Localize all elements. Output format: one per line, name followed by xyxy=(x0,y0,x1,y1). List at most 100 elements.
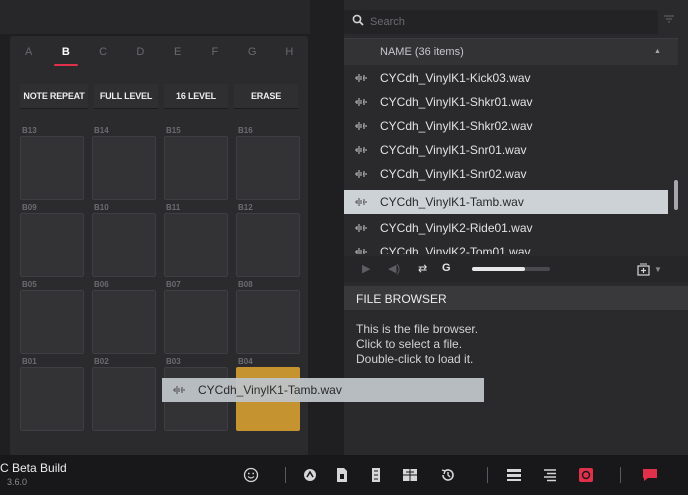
pad-label: B07 xyxy=(166,280,181,289)
pad-label: B02 xyxy=(94,357,109,366)
file-row[interactable]: CYCdh_VinylK1-Snr02.wav xyxy=(344,162,668,186)
file-name: CYCdh_VinylK1-Shkr02.wav xyxy=(380,119,533,133)
file-list-scrollbar[interactable] xyxy=(674,180,678,210)
speaker-icon[interactable]: ◀) xyxy=(388,262,400,275)
drag-ghost-name: CYCdh_VinylK1-Tamb.wav xyxy=(198,383,342,397)
separator xyxy=(285,467,286,483)
pad-b16[interactable] xyxy=(236,136,300,200)
file-name: CYCdh_VinylK1-Snr01.wav xyxy=(380,143,527,157)
pad-label: B09 xyxy=(22,203,37,212)
search-icon xyxy=(352,14,364,26)
pad-label: B08 xyxy=(238,280,253,289)
name-column-header[interactable]: NAME (36 items) xyxy=(380,46,464,58)
pad-label: B14 xyxy=(94,126,109,135)
pad-b02[interactable] xyxy=(92,367,156,431)
file-row-selected[interactable]: CYCdh_VinylK1-Tamb.wav xyxy=(344,190,668,214)
bank-tab-b[interactable]: B xyxy=(47,36,84,68)
chevron-down-icon[interactable]: ▼ xyxy=(654,265,662,274)
file-list-header[interactable]: NAME (36 items) ▲ xyxy=(344,38,678,65)
pad-b07[interactable] xyxy=(164,290,228,354)
file-row[interactable]: CYCdh_VinylK1-Shkr01.wav xyxy=(344,90,668,114)
pad-b15[interactable] xyxy=(164,136,228,200)
pad-label: B16 xyxy=(238,126,253,135)
bank-tab-g[interactable]: G xyxy=(234,36,271,68)
grid-view-icon[interactable] xyxy=(402,467,418,483)
pad-b09[interactable] xyxy=(20,213,84,277)
bank-tab-h[interactable]: H xyxy=(271,36,308,68)
file-name: CYCdh_VinylK2-Ride01.wav xyxy=(380,221,533,235)
browser-icon[interactable] xyxy=(302,467,318,483)
file-row[interactable]: CYCdh_VinylK1-Shkr02.wav xyxy=(344,114,668,138)
bank-tab-d[interactable]: D xyxy=(122,36,159,68)
smiley-icon[interactable] xyxy=(243,467,259,483)
audio-file-icon xyxy=(355,224,367,232)
separator xyxy=(620,467,621,483)
file-browser-title: FILE BROWSER xyxy=(356,292,447,306)
play-icon[interactable]: ▶ xyxy=(362,262,370,275)
file-name: CYCdh_VinylK1-Kick03.wav xyxy=(380,71,531,85)
mixer-icon[interactable] xyxy=(368,467,384,483)
status-bar: C Beta Build 3.6.0 xyxy=(0,455,688,495)
pad-label: B11 xyxy=(166,203,181,212)
pad-label: B04 xyxy=(238,357,253,366)
sort-ascending-icon[interactable]: ▲ xyxy=(654,48,661,55)
add-to-program-icon[interactable] xyxy=(636,261,652,277)
audio-file-icon xyxy=(355,198,367,206)
pad-b06[interactable] xyxy=(92,290,156,354)
pad-label: B10 xyxy=(94,203,109,212)
file-row[interactable]: CYCdh_VinylK1-Kick03.wav xyxy=(344,66,668,90)
history-icon[interactable] xyxy=(440,467,456,483)
drag-ghost-item[interactable]: CYCdh_VinylK1-Tamb.wav xyxy=(162,378,484,402)
bank-tab-e[interactable]: E xyxy=(159,36,196,68)
pad-b13[interactable] xyxy=(20,136,84,200)
file-row[interactable]: CYCdh_VinylK1-Snr01.wav xyxy=(344,138,668,162)
pad-label: B03 xyxy=(166,357,181,366)
bank-tab-c[interactable]: C xyxy=(85,36,122,68)
erase-button[interactable]: ERASE xyxy=(234,84,298,109)
bank-tab-a[interactable]: A xyxy=(10,36,47,68)
list-view-icon[interactable] xyxy=(506,467,522,483)
document-icon[interactable] xyxy=(334,467,350,483)
pad-b10[interactable] xyxy=(92,213,156,277)
audio-file-icon xyxy=(355,248,367,254)
pad-mode-buttons: NOTE REPEAT FULL LEVEL 16 LEVEL ERASE xyxy=(20,84,304,109)
file-name: CYCdh_VinylK1-Tamb.wav xyxy=(380,195,524,209)
pad-label: B12 xyxy=(238,203,253,212)
left-header-strip xyxy=(0,0,310,34)
16-level-button[interactable]: 16 LEVEL xyxy=(164,84,228,109)
loop-icon[interactable]: ⇄ xyxy=(418,262,427,275)
record-icon[interactable] xyxy=(578,467,594,483)
note-repeat-button[interactable]: NOTE REPEAT xyxy=(20,84,88,109)
filter-icon[interactable] xyxy=(664,14,674,24)
pad-b05[interactable] xyxy=(20,290,84,354)
pad-b12[interactable] xyxy=(236,213,300,277)
pad-label: B05 xyxy=(22,280,37,289)
chat-icon[interactable] xyxy=(642,467,658,483)
audio-file-icon xyxy=(355,146,367,154)
file-list: CYCdh_VinylK1-Kick03.wav CYCdh_VinylK1-S… xyxy=(344,66,668,254)
file-browser-help: This is the file browser. Click to selec… xyxy=(356,322,676,367)
pad-b11[interactable] xyxy=(164,213,228,277)
file-row[interactable]: CYCdh_VinylK2-Tom01.wav xyxy=(344,240,668,254)
preview-volume-slider[interactable] xyxy=(472,267,550,271)
help-line: Click to select a file. xyxy=(356,337,463,351)
pad-b08[interactable] xyxy=(236,290,300,354)
pad-label: B13 xyxy=(22,126,37,135)
pad-label: B01 xyxy=(22,357,37,366)
help-line: Double-click to load it. xyxy=(356,352,474,366)
pad-b14[interactable] xyxy=(92,136,156,200)
file-name: CYCdh_VinylK1-Snr02.wav xyxy=(380,167,527,181)
audio-file-icon xyxy=(355,98,367,106)
file-row[interactable]: CYCdh_VinylK2-Ride01.wav xyxy=(344,216,668,240)
menu-lines-icon[interactable] xyxy=(542,467,558,483)
bank-tab-f[interactable]: F xyxy=(196,36,233,68)
search-input[interactable]: Search xyxy=(344,10,658,34)
audio-file-icon xyxy=(355,74,367,82)
pad-b01[interactable] xyxy=(20,367,84,431)
help-line: This is the file browser. xyxy=(356,322,479,336)
build-version: 3.6.0 xyxy=(7,477,28,487)
file-name: CYCdh_VinylK1-Shkr01.wav xyxy=(380,95,533,109)
auto-preview-icon[interactable]: G xyxy=(442,262,451,274)
full-level-button[interactable]: FULL LEVEL xyxy=(94,84,158,109)
audio-file-icon xyxy=(173,386,185,394)
